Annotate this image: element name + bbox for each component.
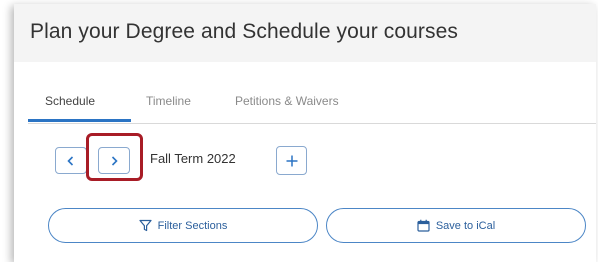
chevron-left-icon (67, 155, 74, 166)
previous-term-button[interactable] (55, 147, 87, 174)
next-button-highlight (86, 133, 143, 181)
tab-schedule[interactable]: Schedule (45, 94, 95, 108)
tab-timeline[interactable]: Timeline (146, 94, 191, 108)
save-to-ical-button[interactable]: Save to iCal (326, 208, 586, 243)
add-term-button[interactable] (276, 146, 307, 175)
filter-sections-button[interactable]: Filter Sections (48, 208, 318, 243)
term-label: Fall Term 2022 (150, 151, 236, 166)
filter-icon (139, 219, 152, 232)
active-tab-indicator (28, 119, 131, 122)
tab-bar: Schedule Timeline Petitions & Waivers (28, 87, 596, 124)
page-title: Plan your Degree and Schedule your cours… (30, 20, 458, 43)
calendar-icon (417, 219, 430, 232)
plus-icon (286, 155, 297, 166)
tab-petitions-waivers[interactable]: Petitions & Waivers (235, 94, 339, 108)
filter-sections-label: Filter Sections (157, 219, 228, 232)
save-to-ical-label: Save to iCal (435, 219, 496, 232)
panel-header: Plan your Degree and Schedule your cours… (14, 4, 596, 62)
